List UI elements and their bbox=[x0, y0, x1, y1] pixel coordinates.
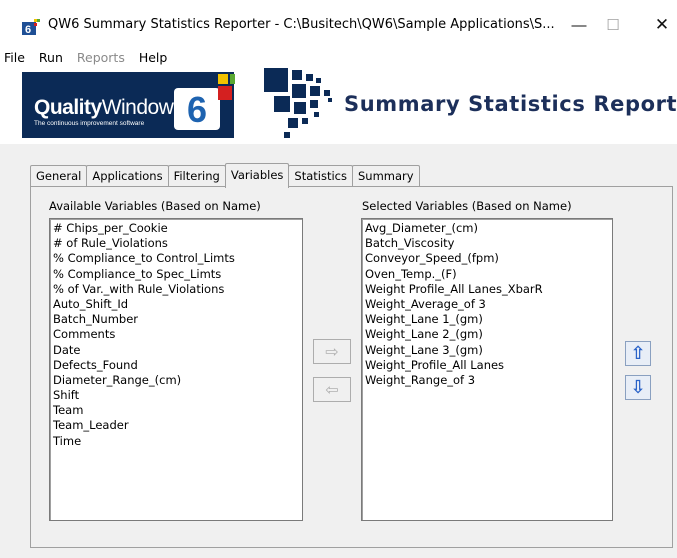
logo-red-square bbox=[218, 86, 232, 100]
logo-window-text: Window bbox=[101, 96, 174, 119]
list-item[interactable]: Batch_Number bbox=[53, 312, 302, 327]
list-item[interactable]: Batch_Viscosity bbox=[365, 236, 612, 251]
menu-bar: File Run Reports Help bbox=[0, 48, 677, 68]
app-banner: QualityWindow The continuous improvement… bbox=[0, 68, 677, 144]
list-item[interactable]: Weight_Lane 3_(gm) bbox=[365, 343, 612, 358]
close-button[interactable]: ✕ bbox=[644, 10, 677, 40]
list-item[interactable]: Diameter_Range_(cm) bbox=[53, 373, 302, 388]
tab-statistics[interactable]: Statistics bbox=[288, 165, 353, 187]
list-item[interactable]: Shift bbox=[53, 388, 302, 403]
list-item[interactable]: Weight Profile_All Lanes_XbarR bbox=[365, 282, 612, 297]
available-variables-label: Available Variables (Based on Name) bbox=[49, 199, 261, 213]
logo-tagline: The continuous improvement software bbox=[34, 120, 145, 127]
title-bar: 6 QW6 Summary Statistics Reporter - C:\B… bbox=[0, 0, 677, 48]
logo-green-square bbox=[230, 74, 235, 84]
list-item[interactable]: Team bbox=[53, 403, 302, 418]
available-variables-list[interactable]: # Chips_per_Cookie # of Rule_Violations% … bbox=[49, 218, 303, 521]
banner-title: Summary Statistics Reporter bbox=[344, 92, 677, 116]
list-item[interactable]: Team_Leader bbox=[53, 418, 302, 433]
add-variable-button[interactable]: ⇨ bbox=[313, 339, 351, 364]
list-item[interactable]: Defects_Found bbox=[53, 358, 302, 373]
selected-variables-label: Selected Variables (Based on Name) bbox=[362, 199, 572, 213]
move-up-button[interactable]: ⇧ bbox=[625, 341, 651, 366]
tab-variables[interactable]: Variables bbox=[224, 163, 290, 188]
list-item[interactable]: Weight_Profile_All Lanes bbox=[365, 358, 612, 373]
menu-file[interactable]: File bbox=[0, 48, 32, 68]
list-item[interactable]: Date bbox=[53, 343, 302, 358]
tab-applications[interactable]: Applications bbox=[86, 165, 169, 187]
menu-reports[interactable]: Reports bbox=[70, 48, 132, 68]
tab-summary[interactable]: Summary bbox=[351, 165, 420, 187]
logo-version: 6 bbox=[174, 88, 220, 130]
list-item[interactable]: Time bbox=[53, 434, 302, 449]
app-icon[interactable]: 6 bbox=[22, 19, 40, 35]
list-item[interactable]: Auto_Shift_Id bbox=[53, 297, 302, 312]
list-item[interactable]: Weight_Lane 1_(gm) bbox=[365, 312, 612, 327]
move-down-button[interactable]: ⇩ bbox=[625, 375, 651, 400]
tab-general[interactable]: General bbox=[30, 165, 88, 187]
list-item[interactable]: Avg_Diameter_(cm) bbox=[365, 221, 612, 236]
maximize-button[interactable]: ☐ bbox=[595, 10, 631, 40]
window-title: QW6 Summary Statistics Reporter - C:\Bus… bbox=[48, 17, 555, 32]
tab-filtering[interactable]: Filtering bbox=[167, 165, 226, 187]
pixel-graphic bbox=[264, 68, 332, 138]
list-item[interactable]: % Compliance_to Control_Limts bbox=[53, 251, 302, 266]
list-item[interactable]: # of Rule_Violations bbox=[53, 236, 302, 251]
selected-variables-list[interactable]: Avg_Diameter_(cm) Batch_Viscosity Conveyor… bbox=[361, 218, 613, 521]
menu-run[interactable]: Run bbox=[32, 48, 70, 68]
list-item[interactable]: % of Var._with Rule_Violations bbox=[53, 282, 302, 297]
logo-yellow-square bbox=[218, 74, 228, 84]
qualitywindow-logo: QualityWindow The continuous improvement… bbox=[22, 72, 235, 138]
list-item[interactable]: Weight_Range_of 3 bbox=[365, 373, 612, 388]
logo-quality-text: Quality bbox=[34, 96, 102, 119]
list-item[interactable]: Comments bbox=[53, 327, 302, 342]
list-item[interactable]: # Chips_per_Cookie bbox=[53, 221, 302, 236]
list-item[interactable]: % Compliance_to Spec_Limts bbox=[53, 267, 302, 282]
tab-strip: General Applications Filtering Variables… bbox=[30, 163, 420, 188]
menu-help[interactable]: Help bbox=[132, 48, 175, 68]
remove-variable-button[interactable]: ⇦ bbox=[313, 377, 351, 402]
list-item[interactable]: Weight_Average_of 3 bbox=[365, 297, 612, 312]
svg-text:6: 6 bbox=[25, 24, 31, 35]
list-item[interactable]: Oven_Temp._(F) bbox=[365, 267, 612, 282]
list-item[interactable]: Conveyor_Speed_(fpm) bbox=[365, 251, 612, 266]
list-item[interactable]: Weight_Lane 2_(gm) bbox=[365, 327, 612, 342]
minimize-button[interactable]: — bbox=[561, 10, 597, 40]
